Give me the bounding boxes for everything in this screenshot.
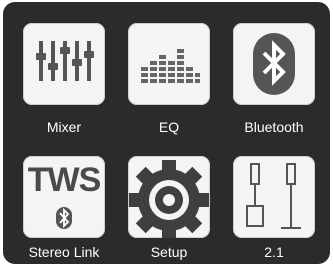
- mixer-sliders-icon: [36, 41, 94, 81]
- speakers-2-1-icon: [246, 163, 301, 229]
- stereo-link-tile[interactable]: TWS: [23, 156, 105, 238]
- equalizer-bars-icon: [141, 49, 200, 83]
- gear-icon: [129, 160, 209, 238]
- bluetooth-label: Bluetooth: [244, 119, 304, 135]
- menu-screen: Mixer EQ Bluetooth TWS Stereo Link Setup…: [3, 2, 330, 264]
- eq-label: EQ: [158, 119, 180, 135]
- speakers-2-1-tile[interactable]: [233, 156, 315, 238]
- bluetooth-small-icon: [56, 207, 72, 229]
- speakers-2-1-label: 2.1: [264, 244, 284, 260]
- mixer-tile[interactable]: [23, 23, 105, 105]
- setup-label: Setup: [150, 244, 188, 260]
- bluetooth-icon: [253, 33, 295, 95]
- setup-tile[interactable]: [128, 156, 210, 238]
- bluetooth-tile[interactable]: [233, 23, 315, 105]
- stereo-link-label: Stereo Link: [28, 244, 100, 260]
- eq-tile[interactable]: [128, 23, 210, 105]
- mixer-label: Mixer: [46, 119, 82, 135]
